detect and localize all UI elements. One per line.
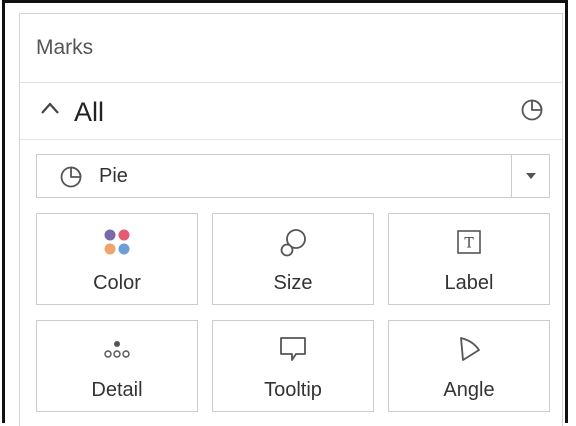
size-button[interactable]: Size	[212, 213, 374, 305]
text-box-icon: T	[457, 230, 481, 254]
marks-card: Marks All Pie Color Size T Label Detail …	[19, 13, 563, 426]
color-label: Color	[93, 272, 141, 294]
tooltip-label: Tooltip	[264, 379, 322, 401]
mark-type-dropdown[interactable]: Pie	[36, 154, 550, 198]
size-label: Size	[273, 272, 313, 294]
angle-label: Angle	[443, 379, 495, 401]
detail-button[interactable]: Detail	[36, 320, 198, 412]
all-section-header[interactable]: All	[20, 83, 562, 140]
detail-label: Detail	[91, 379, 143, 401]
pie-chart-icon	[521, 99, 543, 121]
angle-wedge-icon	[460, 337, 480, 361]
marks-header: Marks	[20, 14, 562, 83]
angle-button[interactable]: Angle	[388, 320, 550, 412]
size-shapes-icon	[280, 229, 306, 257]
speech-bubble-icon	[280, 337, 306, 361]
mark-type-value: Pie	[99, 165, 128, 187]
color-button[interactable]: Color	[36, 213, 198, 305]
caret-down-icon[interactable]	[526, 173, 536, 179]
label-button[interactable]: T Label	[388, 213, 550, 305]
panel-title: Marks	[36, 36, 94, 59]
pie-chart-icon	[60, 166, 82, 188]
color-dots-icon	[104, 229, 130, 255]
tooltip-button[interactable]: Tooltip	[212, 320, 374, 412]
detail-dots-icon	[104, 341, 130, 358]
dropdown-divider	[511, 155, 512, 197]
all-section-label: All	[74, 97, 105, 127]
label-label: Label	[444, 272, 494, 294]
svg-text:T: T	[464, 236, 474, 252]
window-frame: Marks All Pie Color Size T Label Detail …	[2, 0, 568, 426]
chevron-up-icon[interactable]	[40, 101, 60, 115]
